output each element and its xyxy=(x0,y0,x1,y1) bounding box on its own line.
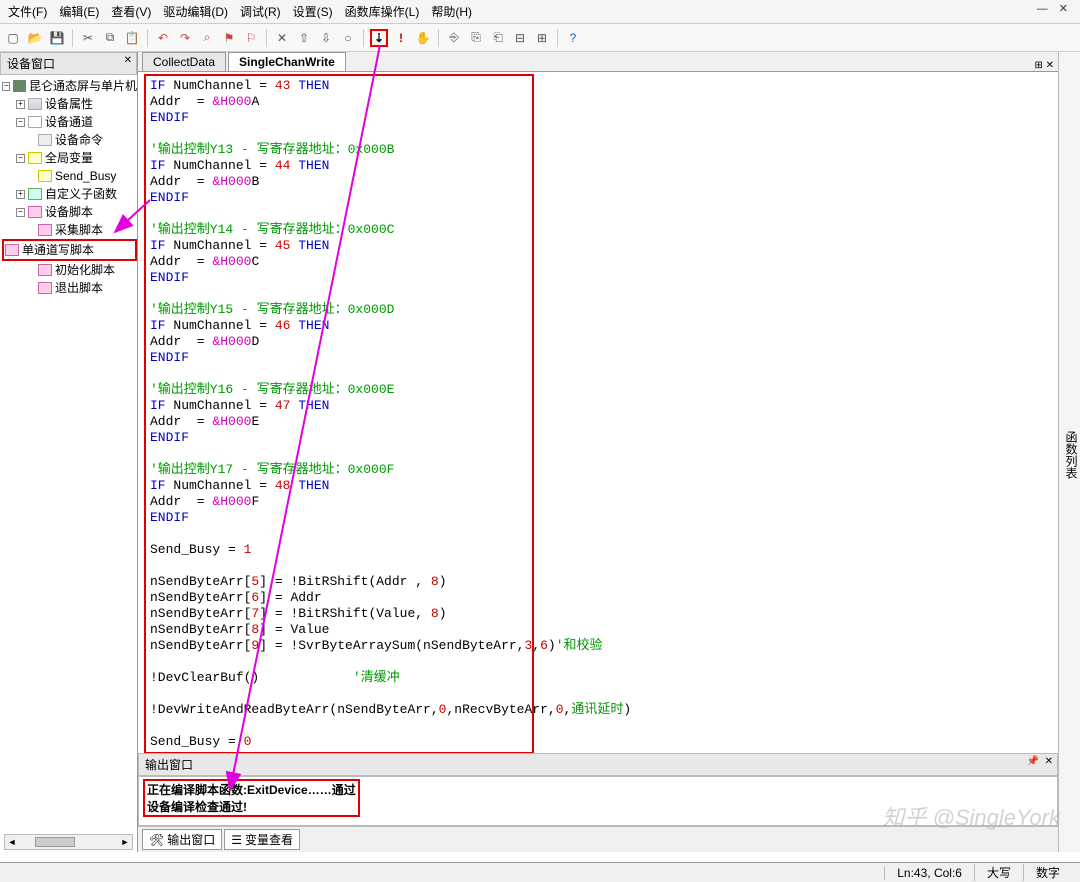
pin-icon[interactable]: 📌 xyxy=(1027,756,1039,767)
bottom-tabs: 🛠输出窗口 ☰变量查看 xyxy=(138,826,1058,852)
cmd-icon xyxy=(38,134,52,146)
debug-run-icon[interactable]: ⇣ xyxy=(370,29,388,47)
cursor-position: Ln:43, Col:6 xyxy=(884,866,974,880)
cut-icon[interactable]: ✂ xyxy=(79,29,97,47)
expand-icon[interactable]: + xyxy=(16,190,25,199)
expand-icon[interactable]: − xyxy=(16,154,25,163)
tree-gvar[interactable]: 全局变量 xyxy=(45,149,93,167)
tree-scripts[interactable]: 设备脚本 xyxy=(45,203,93,221)
stop-icon[interactable]: ! xyxy=(392,29,410,47)
output-panel-title: 输出窗口 📌 ✕ xyxy=(138,753,1058,776)
undo-icon[interactable]: ↶ xyxy=(154,29,172,47)
prop-icon xyxy=(28,98,42,110)
script-group-icon xyxy=(28,206,42,218)
var-icon xyxy=(28,152,42,164)
tree-cmd[interactable]: 设备命令 xyxy=(55,131,103,149)
panel-close-icon[interactable]: ✕ xyxy=(124,55,132,66)
break-icon[interactable]: ✋ xyxy=(414,29,432,47)
help-icon[interactable]: ? xyxy=(564,29,582,47)
code-editor[interactable]: IF NumChannel = 43 THEN Addr = &H000A EN… xyxy=(138,72,1058,753)
device-panel: 设备窗口✕ − 昆仑通态屏与单片机 + 设备属性 − 设备通道 设备命令 − 全局变量 … xyxy=(0,52,138,852)
function-list-sidebar[interactable]: 函数列表 xyxy=(1058,52,1080,852)
new-icon[interactable]: ▢ xyxy=(4,29,22,47)
menu-edit[interactable]: 编辑(E) xyxy=(59,3,99,20)
copy-icon[interactable]: ⧉ xyxy=(101,29,119,47)
menu-help[interactable]: 帮助(H) xyxy=(431,3,472,20)
num-indicator: 数字 xyxy=(1023,864,1072,881)
find-icon[interactable]: ⌕ xyxy=(198,29,216,47)
output-panel[interactable]: 正在编译脚本函数:ExitDevice……通过 设备编译检查通过! xyxy=(138,776,1058,826)
toolbar: ▢ 📂 💾 ✂ ⧉ 📋 ↶ ↷ ⌕ ⚑ ⚐ ✕ ⇧ ⇩ ○ ⇣ ! ✋ ⎆ ⎘ … xyxy=(0,24,1080,52)
var-icon xyxy=(38,170,52,182)
tree-sendbusy[interactable]: Send_Busy xyxy=(55,167,116,185)
menu-view[interactable]: 查看(V) xyxy=(111,3,151,20)
fn-icon xyxy=(28,188,42,200)
tab-output[interactable]: 🛠输出窗口 xyxy=(142,829,222,850)
menu-driver[interactable]: 驱动编辑(D) xyxy=(163,3,228,20)
menu-settings[interactable]: 设置(S) xyxy=(293,3,333,20)
device-panel-title: 设备窗口✕ xyxy=(0,52,137,75)
expand-icon[interactable]: − xyxy=(2,82,10,91)
script-icon xyxy=(38,224,52,236)
menu-debug[interactable]: 调试(R) xyxy=(240,3,281,20)
tree-singlechan-script[interactable]: 单通道写脚本 xyxy=(22,241,94,259)
tree-exit-script[interactable]: 退出脚本 xyxy=(55,279,103,297)
output-close-icon[interactable]: ✕ xyxy=(1045,756,1053,767)
status-bar: Ln:43, Col:6 大写 数字 xyxy=(0,862,1080,882)
tab-controls[interactable]: ⊞ ✕ xyxy=(1034,60,1054,71)
expand-icon[interactable]: − xyxy=(16,208,25,217)
window-controls[interactable]: — ✕ xyxy=(1037,2,1072,15)
tree-udf[interactable]: 自定义子函数 xyxy=(45,185,117,203)
caps-indicator: 大写 xyxy=(974,864,1023,881)
editor-tabs: CollectData SingleChanWrite ⊞ ✕ xyxy=(138,52,1058,72)
run-to-icon[interactable]: ⊟ xyxy=(511,29,529,47)
tree-collect-script[interactable]: 采集脚本 xyxy=(55,221,103,239)
bookmark2-icon[interactable]: ⚐ xyxy=(242,29,260,47)
tab-collectdata[interactable]: CollectData xyxy=(142,52,226,71)
step-out-icon[interactable]: ⎗ xyxy=(489,29,507,47)
list-icon: ☰ xyxy=(231,833,242,847)
nav-right-icon[interactable]: ○ xyxy=(339,29,357,47)
expand-icon[interactable]: + xyxy=(16,100,25,109)
tree-prop[interactable]: 设备属性 xyxy=(45,95,93,113)
script-icon xyxy=(38,264,52,276)
nav-up-icon[interactable]: ⇧ xyxy=(295,29,313,47)
tree-init-script[interactable]: 初始化脚本 xyxy=(55,261,115,279)
nav-down-icon[interactable]: ⇩ xyxy=(317,29,335,47)
watch-icon[interactable]: ⊞ xyxy=(533,29,551,47)
code-block[interactable]: IF NumChannel = 43 THEN Addr = &H000A EN… xyxy=(144,74,534,753)
tree-hscroll[interactable]: ◄► xyxy=(4,834,133,850)
save-icon[interactable]: 💾 xyxy=(48,29,66,47)
tree-root[interactable]: 昆仑通态屏与单片机 xyxy=(29,77,137,95)
open-icon[interactable]: 📂 xyxy=(26,29,44,47)
tab-variables[interactable]: ☰变量查看 xyxy=(224,829,300,850)
tab-singlechanwrite[interactable]: SingleChanWrite xyxy=(228,52,346,71)
hammer-icon: 🛠 xyxy=(149,833,164,847)
menu-bar: 文件(F) 编辑(E) 查看(V) 驱动编辑(D) 调试(R) 设置(S) 函数… xyxy=(0,0,1080,24)
device-icon xyxy=(13,80,26,92)
menu-file[interactable]: 文件(F) xyxy=(8,3,47,20)
redo-icon[interactable]: ↷ xyxy=(176,29,194,47)
bookmark-icon[interactable]: ⚑ xyxy=(220,29,238,47)
compile-result: 正在编译脚本函数:ExitDevice……通过 设备编译检查通过! xyxy=(143,779,360,817)
device-tree[interactable]: − 昆仑通态屏与单片机 + 设备属性 − 设备通道 设备命令 − 全局变量 Send_B… xyxy=(0,75,137,299)
step-over-icon[interactable]: ⎘ xyxy=(467,29,485,47)
up-icon[interactable]: ✕ xyxy=(273,29,291,47)
expand-icon[interactable]: − xyxy=(16,118,25,127)
channel-icon xyxy=(28,116,42,128)
script-icon xyxy=(5,244,19,256)
step-into-icon[interactable]: ⎆ xyxy=(445,29,463,47)
tree-channel[interactable]: 设备通道 xyxy=(45,113,93,131)
paste-icon[interactable]: 📋 xyxy=(123,29,141,47)
script-icon xyxy=(38,282,52,294)
menu-funcs[interactable]: 函数库操作(L) xyxy=(345,3,420,20)
